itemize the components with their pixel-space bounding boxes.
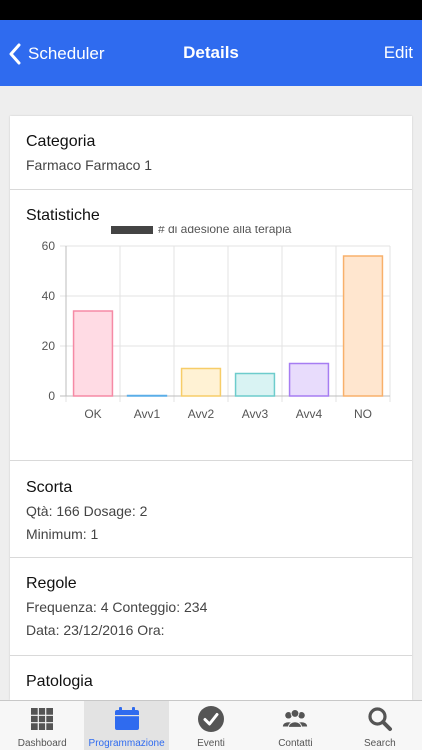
- regole-title: Regole: [26, 575, 77, 592]
- tab-eventi[interactable]: Eventi: [169, 701, 253, 750]
- legend-label: # di adesione alla terapia: [158, 226, 292, 236]
- status-bar: [0, 0, 422, 20]
- bar-avv4: [288, 362, 330, 397]
- x-tick-label: Avv1: [134, 407, 161, 421]
- regole-date: Data: 23/12/2016 Ora:: [26, 622, 165, 638]
- chart-legend: # di adesione alla terapia: [111, 226, 292, 236]
- bar-avv2: [180, 367, 222, 397]
- tab-programmazione[interactable]: Programmazione: [84, 701, 169, 750]
- edit-button[interactable]: Edit: [384, 43, 413, 63]
- scorta-minimum: Minimum: 1: [26, 526, 99, 542]
- categoria-value: Farmaco Farmaco 1: [26, 157, 153, 173]
- statistiche-section: Statistiche # di adesione alla terapia 0 2…: [10, 190, 412, 461]
- regole-frequency: Frequenza: 4 Conteggio: 234: [26, 599, 208, 615]
- y-tick-label: 0: [48, 389, 55, 403]
- patologia-section: Patologia: [10, 656, 412, 700]
- patologia-title: Patologia: [26, 673, 93, 690]
- scorta-quantity: Qtà: 166 Dosage: 2: [26, 503, 148, 519]
- scorta-title: Scorta: [26, 479, 73, 496]
- tab-dashboard-label: Dashboard: [17, 738, 67, 749]
- statistiche-title: Statistiche: [26, 207, 100, 224]
- x-tick-label: Avv2: [188, 407, 215, 421]
- bar-avv3: [234, 372, 276, 397]
- y-tick-label: 20: [42, 339, 56, 353]
- y-tick-label: 60: [42, 239, 56, 253]
- x-tick-label: Avv3: [242, 407, 269, 421]
- page-title: Details: [183, 43, 239, 62]
- calendar-icon: [113, 705, 141, 733]
- tab-contatti[interactable]: Contatti: [253, 701, 337, 750]
- x-tick-label: Avv4: [296, 407, 323, 421]
- tab-search-label: Search: [363, 738, 396, 749]
- tab-bar: Dashboard Programmazione Eventi Contatti…: [0, 700, 422, 750]
- regole-section: Regole Frequenza: 4 Conteggio: 234 Data:…: [10, 558, 412, 656]
- y-tick-label: 40: [42, 289, 56, 303]
- adherence-bar-chart: # di adesione alla terapia 0 20 40 60 OK Avv1 A…: [42, 226, 391, 421]
- bar-ok: [72, 310, 114, 397]
- check-circle-icon: [197, 705, 225, 733]
- scorta-section: Scorta Qtà: 166 Dosage: 2 Minimum: 1: [10, 461, 412, 558]
- tab-programmazione-label: Programmazione: [88, 738, 165, 749]
- x-tick-label: OK: [84, 407, 101, 421]
- categoria-section: Categoria Farmaco Farmaco 1: [10, 116, 412, 190]
- tab-dashboard[interactable]: Dashboard: [0, 701, 84, 750]
- x-tick-label: NO: [354, 407, 372, 421]
- grid-icon: [28, 705, 56, 733]
- tab-eventi-label: Eventi: [197, 738, 225, 749]
- legend-swatch: [111, 226, 153, 234]
- search-icon: [366, 705, 394, 733]
- details-card[interactable]: Categoria Farmaco Farmaco 1 Statistiche …: [10, 116, 412, 700]
- bar-no: [342, 255, 384, 397]
- navigation-bar: Scheduler Details Edit: [0, 20, 422, 86]
- people-icon: [281, 705, 309, 733]
- bar-avv1: [126, 394, 168, 397]
- categoria-title: Categoria: [26, 133, 96, 150]
- tab-search[interactable]: Search: [338, 701, 422, 750]
- tab-contatti-label: Contatti: [278, 738, 313, 749]
